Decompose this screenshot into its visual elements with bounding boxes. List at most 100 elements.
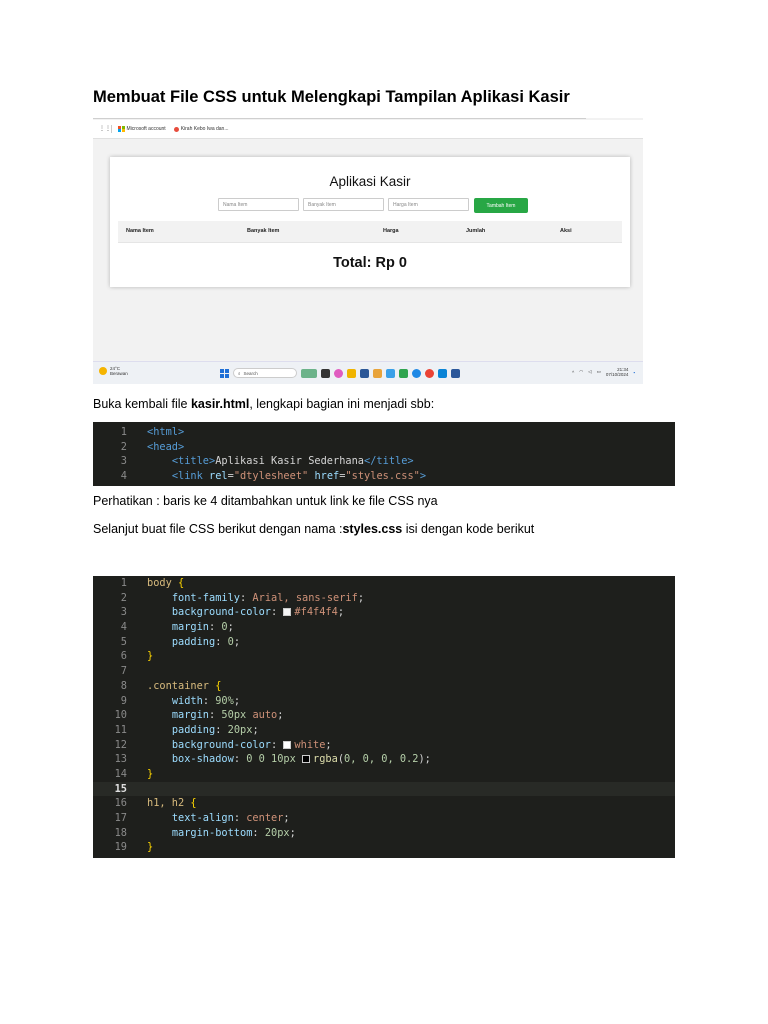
- line-number: 1: [120, 426, 127, 438]
- color-swatch-icon[interactable]: [283, 740, 292, 749]
- code-line: 18 margin-bottom: 20px;: [93, 826, 675, 841]
- bookmark-microsoft-account[interactable]: Microsoft account: [118, 125, 166, 133]
- code-line: 4 margin: 0;: [93, 620, 675, 635]
- color-swatch-icon[interactable]: [302, 755, 311, 764]
- taskbar-search[interactable]: ⌕ Search: [233, 368, 297, 378]
- column-header: Harga: [383, 228, 399, 234]
- total-label: Total: Rp 0: [333, 255, 407, 271]
- line-number: 3: [120, 455, 127, 468]
- vscode-icon[interactable]: [438, 368, 447, 378]
- code-text: background-color: #f4f4f4;: [171, 606, 345, 619]
- line-number: 18: [114, 826, 127, 839]
- code-text: margin: 50px auto;: [171, 709, 284, 722]
- clock[interactable]: 21:34 07/10/2024: [606, 367, 629, 377]
- word-icon[interactable]: [451, 368, 460, 378]
- bookmark-kirah[interactable]: Kirah Kebo Iwa dan...: [173, 126, 229, 132]
- line-number: 5: [120, 635, 127, 648]
- code-text: h1, h2 {: [147, 797, 197, 810]
- instruction-paragraph: Selanjut buat file CSS berikut dengan na…: [93, 522, 534, 536]
- line-number: 12: [114, 738, 127, 751]
- text: Buka kembali file: [93, 397, 191, 411]
- apps-grid-icon[interactable]: ⋮⋮: [99, 126, 111, 132]
- weather-widget[interactable]: 24°C Berawan: [99, 366, 128, 376]
- code-text: background-color: white;: [171, 738, 332, 751]
- filename: kasir.html: [190, 397, 250, 411]
- harga-item-input[interactable]: Harga Item: [388, 198, 469, 211]
- app-icon[interactable]: [399, 368, 408, 378]
- code-line: 14}: [93, 767, 675, 782]
- weather-desc: Berawan: [110, 371, 128, 376]
- line-number: 10: [114, 709, 127, 722]
- css-code-block: 1 body {2 font-family: Arial, sans-serif;…: [93, 576, 675, 858]
- file-explorer-icon[interactable]: [347, 368, 356, 378]
- code-line: 4 <link rel="dtylesheet" href="styles.cs…: [93, 469, 675, 484]
- column-header: Aksi: [560, 228, 572, 234]
- line-number: 17: [114, 812, 127, 824]
- app-screenshot: ⋮⋮ Microsoft account Kirah Kebo Iwa dan.…: [93, 118, 643, 384]
- app-title: Aplikasi Kasir: [329, 174, 411, 189]
- code-text: <head>: [147, 440, 185, 453]
- copilot-icon[interactable]: [334, 368, 343, 378]
- app-icon[interactable]: [386, 368, 395, 378]
- code-line: 1 body {: [93, 576, 675, 591]
- column-header: Banyak Item: [247, 228, 280, 234]
- code-line: 5 padding: 0;: [93, 635, 675, 650]
- tambah-item-button[interactable]: Tambah Item: [474, 198, 528, 213]
- color-swatch-icon[interactable]: [283, 608, 292, 617]
- code-text: body {: [147, 577, 185, 589]
- code-text: box-shadow: 0 0 10px rgba(0, 0, 0, 0.2);: [171, 753, 431, 766]
- notification-icon[interactable]: ▪: [633, 370, 635, 375]
- task-view-icon[interactable]: [321, 368, 330, 378]
- code-text: width: 90%;: [171, 694, 241, 707]
- divider: [118, 242, 622, 243]
- line-number: 2: [120, 440, 127, 453]
- column-header: Jumlah: [466, 228, 486, 234]
- code-text: <link rel="dtylesheet" href="styles.css"…: [171, 470, 427, 483]
- line-number: 2: [120, 591, 127, 604]
- app-icon[interactable]: [360, 368, 369, 378]
- battery-icon[interactable]: ▭: [597, 369, 601, 375]
- taskbar: 24°C Berawan ⌕ Search ^ ◠ ◁ ▭ 21:34 07/1…: [93, 361, 643, 384]
- line-number: 6: [120, 650, 127, 663]
- code-line: 8 .container {: [93, 679, 675, 694]
- bookmark-label: Microsoft account: [126, 126, 166, 132]
- text: isi dengan kode berikut: [402, 522, 535, 536]
- line-number: 13: [114, 753, 127, 766]
- code-line: 2 font-family: Arial, sans-serif;: [93, 591, 675, 606]
- system-tray: ^ ◠ ◁ ▭ 21:34 07/10/2024 ▪: [572, 367, 635, 377]
- chevron-up-icon[interactable]: ^: [572, 370, 574, 375]
- code-text: }: [147, 767, 154, 780]
- widget-icon[interactable]: [301, 368, 317, 378]
- code-line: 1 <html>: [93, 425, 675, 440]
- code-line: 6}: [93, 649, 675, 664]
- page-title: Membuat File CSS untuk Melengkapi Tampil…: [93, 88, 570, 106]
- code-text: margin-bottom: 20px;: [171, 826, 296, 839]
- site-favicon-icon: [173, 126, 179, 132]
- chrome-icon[interactable]: [425, 368, 434, 378]
- app-icon[interactable]: [373, 368, 382, 378]
- note-paragraph: Perhatikan : baris ke 4 ditambahkan untu…: [93, 494, 438, 508]
- code-line: 11 padding: 20px;: [93, 723, 675, 738]
- bookmarks-bar: ⋮⋮ Microsoft account Kirah Kebo Iwa dan.…: [93, 120, 643, 139]
- banyak-item-input[interactable]: Banyak Item: [303, 198, 384, 211]
- code-text: text-align: center;: [171, 812, 290, 824]
- code-text: <html>: [147, 426, 185, 438]
- code-line: 12 background-color: white;: [93, 738, 675, 753]
- wifi-icon[interactable]: ◠: [579, 369, 583, 375]
- divider: [93, 118, 586, 119]
- edge-icon[interactable]: [412, 368, 421, 378]
- code-line: 15: [93, 781, 675, 797]
- code-line: 17 text-align: center;: [93, 811, 675, 826]
- nama-item-input[interactable]: Nama Item: [218, 198, 299, 211]
- code-text: padding: 0;: [171, 635, 241, 648]
- code-line: 9 width: 90%;: [93, 694, 675, 709]
- speaker-icon[interactable]: ◁: [588, 369, 591, 375]
- code-text: .container {: [147, 679, 222, 692]
- windows-start-icon[interactable]: [220, 368, 229, 378]
- code-line: 16 h1, h2 {: [93, 796, 675, 811]
- code-text: padding: 20px;: [171, 723, 259, 736]
- line-number: 4: [120, 470, 127, 483]
- filename: styles.css: [342, 522, 403, 536]
- code-line: 3 background-color: #f4f4f4;: [93, 605, 675, 620]
- code-line: 3 <title>Aplikasi Kasir Sederhana</title…: [93, 454, 675, 469]
